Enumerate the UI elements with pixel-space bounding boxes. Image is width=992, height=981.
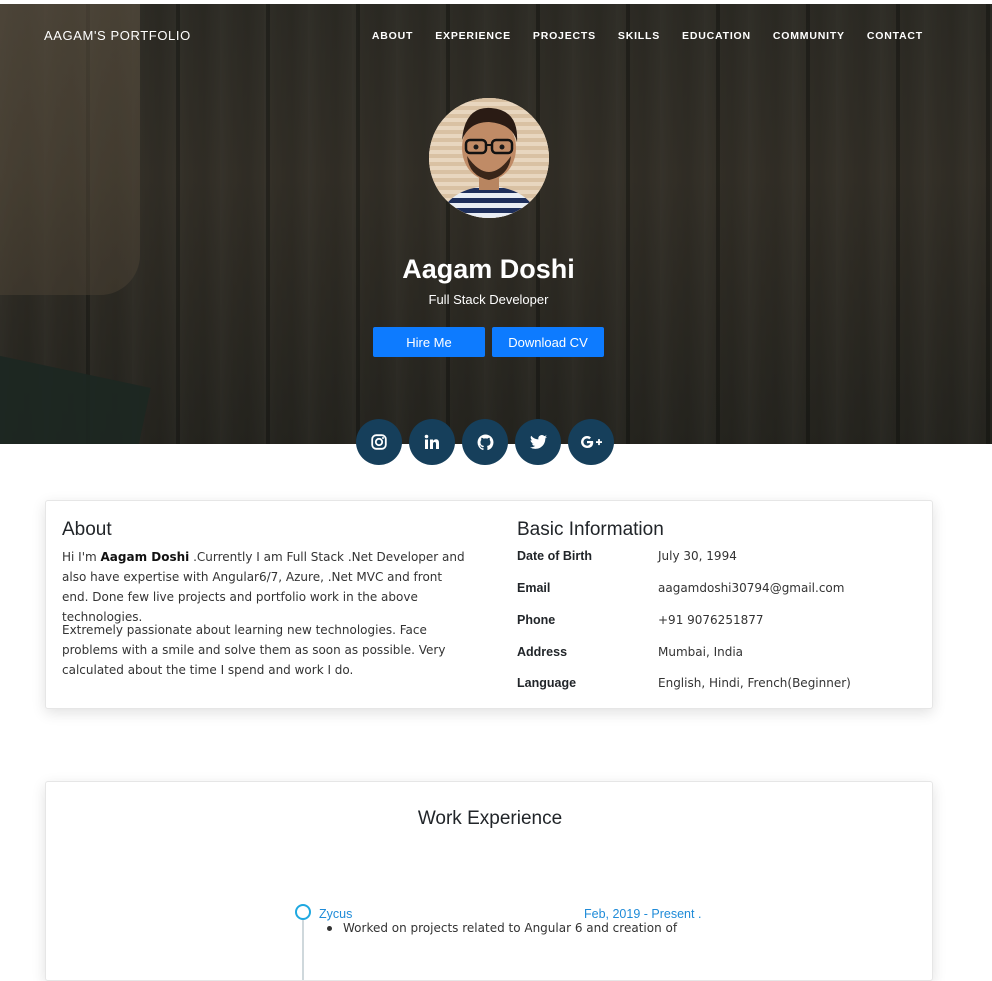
basic-info-title: Basic Information — [517, 519, 664, 540]
nav-link-skills[interactable]: SKILLS — [618, 30, 660, 42]
github-icon — [477, 434, 493, 450]
instagram-icon — [371, 434, 387, 450]
nav-link-education[interactable]: EDUCATION — [682, 30, 751, 42]
info-value: aagamdoshi30794@gmail.com — [658, 581, 845, 595]
nav-link-experience[interactable]: EXPERIENCE — [435, 30, 511, 42]
info-value: July 30, 1994 — [658, 549, 737, 563]
info-row-phone: Phone +91 9076251877 — [517, 613, 917, 633]
avatar — [429, 98, 549, 218]
about-card: About Hi I'm Aagam Doshi .Currently I am… — [45, 500, 933, 709]
about-name: Aagam Doshi — [100, 550, 190, 564]
nav-link-community[interactable]: COMMUNITY — [773, 30, 845, 42]
linkedin-icon — [424, 434, 439, 449]
experience-title: Work Experience — [417, 808, 563, 829]
instagram-link[interactable] — [356, 419, 402, 465]
hero-section: AAGAM'S PORTFOLIO ABOUT EXPERIENCE PROJE… — [0, 0, 992, 444]
about-text-pre: Hi I'm — [62, 550, 101, 564]
timeline-dot — [295, 904, 311, 920]
avatar-image — [429, 98, 549, 218]
nav-link-contact[interactable]: CONTACT — [867, 30, 923, 42]
bullet-icon — [327, 926, 332, 931]
info-value: +91 9076251877 — [658, 613, 764, 627]
experience-card: Work Experience Zycus Feb, 2019 - Presen… — [45, 781, 933, 981]
timeline-description: Worked on projects related to Angular 6 … — [343, 921, 678, 935]
about-paragraph-2: Extremely passionate about learning new … — [62, 623, 446, 677]
nav-link-about[interactable]: ABOUT — [372, 30, 413, 42]
info-label: Language — [517, 676, 577, 690]
hero-name: Aagam Doshi — [402, 254, 575, 284]
info-row-language: Language English, Hindi, French(Beginner… — [517, 676, 917, 696]
info-value: English, Hindi, French(Beginner) — [658, 676, 851, 690]
timeline-company[interactable]: Zycus — [319, 907, 352, 921]
twitter-icon — [529, 435, 547, 449]
info-label: Phone — [517, 613, 556, 627]
about-title: About — [62, 519, 112, 540]
info-label: Date of Birth — [517, 549, 592, 563]
info-row-address: Address Mumbai, India — [517, 645, 917, 665]
google-plus-link[interactable] — [568, 419, 614, 465]
twitter-link[interactable] — [515, 419, 561, 465]
info-label: Address — [517, 645, 568, 659]
navbar: AAGAM'S PORTFOLIO ABOUT EXPERIENCE PROJE… — [0, 0, 992, 72]
about-paragraph-1: Hi I'm Aagam Doshi .Currently I am Full … — [62, 547, 470, 627]
timeline-line — [302, 920, 304, 980]
google-plus-icon — [581, 436, 602, 448]
info-row-dob: Date of Birth July 30, 1994 — [517, 549, 917, 569]
info-row-email: Email aagamdoshi30794@gmail.com — [517, 581, 917, 601]
social-links — [356, 419, 614, 465]
linkedin-link[interactable] — [409, 419, 455, 465]
brand-logo[interactable]: AAGAM'S PORTFOLIO — [44, 28, 191, 43]
nav-link-projects[interactable]: PROJECTS — [533, 30, 596, 42]
download-cv-button[interactable]: Download CV — [492, 327, 604, 357]
nav-links: ABOUT EXPERIENCE PROJECTS SKILLS EDUCATI… — [350, 30, 923, 42]
hire-me-button[interactable]: Hire Me — [373, 327, 485, 357]
info-label: Email — [517, 581, 551, 595]
timeline-date: Feb, 2019 - Present . — [584, 907, 702, 921]
github-link[interactable] — [462, 419, 508, 465]
hero-role: Full Stack Developer — [428, 292, 549, 307]
info-value: Mumbai, India — [658, 645, 744, 659]
